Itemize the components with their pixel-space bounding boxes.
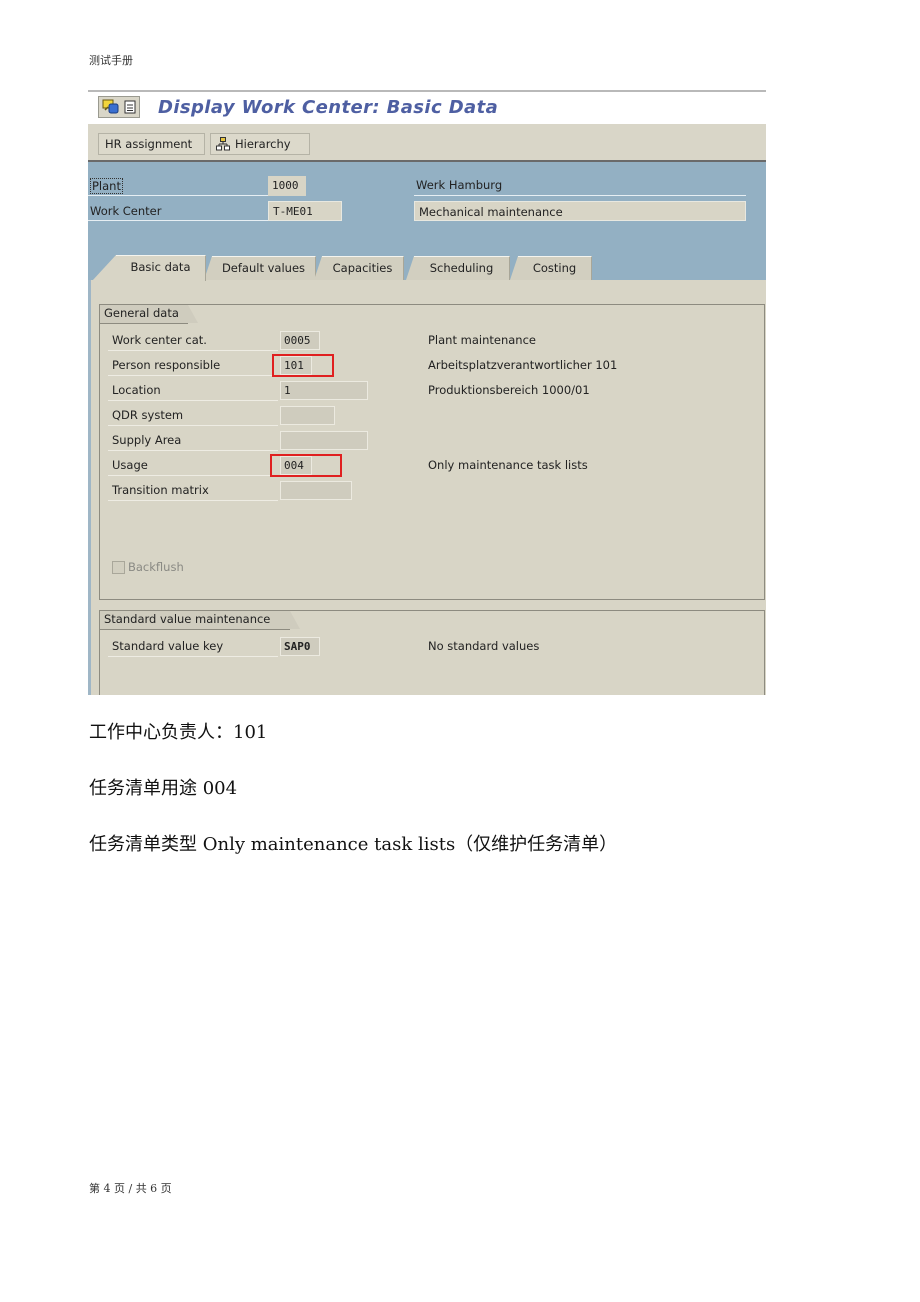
divider <box>414 195 746 196</box>
work-center-cat-label: Work center cat. <box>112 333 207 347</box>
qdr-system-label: QDR system <box>112 408 184 422</box>
standard-value-group: Standard value maintenance Standard valu… <box>99 610 765 695</box>
document-header: 测试手册 <box>89 54 133 67</box>
application-toolbar: HR assignment Hierarchy <box>88 124 766 162</box>
person-responsible-field[interactable]: 101 <box>280 356 312 375</box>
tab-basic-data[interactable]: Basic data <box>92 255 206 281</box>
divider <box>108 425 278 426</box>
note-usage: 任务清单用途 004 <box>89 778 238 799</box>
backflush-label: Backflush <box>128 560 184 574</box>
title-bar: Display Work Center: Basic Data <box>88 92 766 124</box>
document-footer: 第 4 页 / 共 6 页 <box>89 1182 172 1195</box>
divider <box>108 375 278 376</box>
divider <box>108 500 278 501</box>
standard-value-key-field[interactable]: SAP0 <box>280 637 320 656</box>
plant-field[interactable]: 1000 <box>268 176 306 196</box>
note-task-list-type: 任务清单类型 Only maintenance task lists（仅维护任务… <box>89 834 618 855</box>
tab-content-basic-data: General data Work center cat. 0005 Plant… <box>88 280 766 695</box>
note-person-responsible: 工作中心负责人：101 <box>89 722 268 743</box>
usage-field[interactable]: 004 <box>280 456 312 475</box>
hierarchy-button[interactable]: Hierarchy <box>210 133 310 155</box>
divider <box>108 450 278 451</box>
transition-matrix-field[interactable] <box>280 481 352 500</box>
help-icon[interactable] <box>102 99 120 115</box>
title-icon-group <box>98 96 140 118</box>
work-center-cat-field[interactable]: 0005 <box>280 331 320 350</box>
hierarchy-label: Hierarchy <box>235 137 291 151</box>
divider <box>108 475 278 476</box>
usage-description: Only maintenance task lists <box>428 458 588 472</box>
location-label: Location <box>112 383 161 397</box>
standard-value-key-label: Standard value key <box>112 639 224 653</box>
hr-assignment-button[interactable]: HR assignment <box>98 133 205 155</box>
header-area: Plant 1000 Werk Hamburg Work Center T-ME… <box>88 162 766 281</box>
page-title: Display Work Center: Basic Data <box>158 97 499 118</box>
qdr-system-field[interactable] <box>280 406 335 425</box>
supply-area-field[interactable] <box>280 431 368 450</box>
tab-costing[interactable]: Costing <box>510 256 592 280</box>
hierarchy-icon <box>216 137 230 151</box>
standard-value-key-description: No standard values <box>428 639 540 653</box>
work-center-description-field: Mechanical maintenance <box>414 201 746 221</box>
supply-area-label: Supply Area <box>112 433 182 447</box>
tab-scheduling[interactable]: Scheduling <box>406 256 510 280</box>
location-field[interactable]: 1 <box>280 381 368 400</box>
work-center-field[interactable]: T-ME01 <box>268 201 342 221</box>
divider <box>88 195 268 196</box>
document-icon[interactable] <box>124 100 136 114</box>
location-description: Produktionsbereich 1000/01 <box>428 383 590 397</box>
plant-description: Werk Hamburg <box>416 178 503 192</box>
divider <box>108 400 278 401</box>
work-center-label: Work Center <box>90 204 162 218</box>
tab-strip: Basic data Default values Capacities Sch… <box>88 250 766 281</box>
general-data-group: General data Work center cat. 0005 Plant… <box>99 304 765 600</box>
general-data-title: General data <box>100 305 198 324</box>
person-responsible-label: Person responsible <box>112 358 221 372</box>
person-responsible-description: Arbeitsplatzverantwortlicher 101 <box>428 358 618 372</box>
usage-label: Usage <box>112 458 148 472</box>
divider <box>88 220 268 221</box>
work-center-cat-description: Plant maintenance <box>428 333 536 347</box>
backflush-checkbox[interactable] <box>112 561 125 574</box>
tab-capacities[interactable]: Capacities <box>314 256 404 280</box>
sap-screenshot: Display Work Center: Basic Data HR assig… <box>88 90 766 695</box>
standard-value-title: Standard value maintenance <box>100 611 300 630</box>
tab-default-values[interactable]: Default values <box>204 256 316 280</box>
divider <box>108 656 278 657</box>
divider <box>108 350 278 351</box>
plant-label: Plant <box>90 178 123 194</box>
transition-matrix-label: Transition matrix <box>112 483 209 497</box>
